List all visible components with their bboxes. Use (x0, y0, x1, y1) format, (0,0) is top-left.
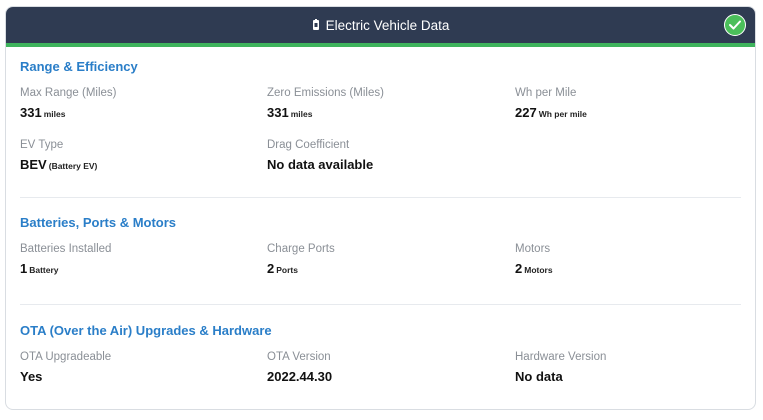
field-ev-type: EV Type BEV (Battery EV) (20, 139, 260, 172)
check-circle-icon (724, 14, 746, 36)
field-label: Batteries Installed (20, 243, 112, 255)
value-text: No data available (267, 157, 374, 172)
section-range-efficiency: Range & Efficiency Max Range (Miles) 331… (20, 59, 741, 189)
field-label: OTA Version (267, 351, 331, 363)
field-value: 331 miles (20, 105, 260, 120)
field-label: Zero Emissions (Miles) (267, 87, 384, 99)
section-divider (20, 304, 741, 305)
field-max-range: Max Range (Miles) 331 miles (20, 87, 260, 120)
plug-icon (312, 19, 320, 31)
value-unit: Ports (276, 265, 298, 275)
value-text: 2 (515, 261, 523, 276)
value-text: 2 (267, 261, 275, 276)
value-text: 227 (515, 105, 537, 120)
field-value: Yes (20, 369, 260, 384)
value-text: Yes (20, 369, 43, 384)
value-unit: Motors (524, 265, 553, 275)
value-text: 331 (267, 105, 289, 120)
field-value: No data (515, 369, 755, 384)
field-batteries-installed: Batteries Installed 1 Battery (20, 243, 260, 276)
value-unit: miles (290, 109, 313, 119)
field-label: OTA Upgradeable (20, 351, 112, 363)
field-label: Charge Ports (267, 243, 335, 255)
field-value: 331 miles (267, 105, 507, 120)
section-title: OTA (Over the Air) Upgrades & Hardware (20, 323, 272, 338)
field-label: Wh per Mile (515, 87, 577, 99)
value-unit: Wh per mile (538, 109, 587, 119)
field-label: Hardware Version (515, 351, 607, 363)
field-value: No data available (267, 157, 507, 172)
value-text: No data (515, 369, 563, 384)
field-label: Drag Coefficient (267, 139, 350, 151)
card-header: Electric Vehicle Data (6, 7, 755, 47)
field-charge-ports: Charge Ports 2 Ports (267, 243, 507, 276)
value-text: 2022.44.30 (267, 369, 333, 384)
value-text: BEV (20, 157, 47, 172)
value-unit: miles (43, 109, 66, 119)
field-value: 1 Battery (20, 261, 260, 276)
field-motors: Motors 2 Motors (515, 243, 755, 276)
field-drag-coefficient: Drag Coefficient No data available (267, 139, 507, 172)
header-title: Electric Vehicle Data (325, 17, 450, 33)
field-value: 227 Wh per mile (515, 105, 755, 120)
field-ota-upgradeable: OTA Upgradeable Yes (20, 351, 260, 384)
header-title-group: Electric Vehicle Data (312, 17, 450, 33)
section-divider (20, 197, 741, 198)
field-value: 2022.44.30 (267, 369, 507, 384)
field-value: BEV (Battery EV) (20, 157, 260, 172)
value-text: 331 (20, 105, 42, 120)
field-label: EV Type (20, 139, 64, 151)
field-value: 2 Motors (515, 261, 755, 276)
value-unit: Battery (29, 265, 59, 275)
section-title: Range & Efficiency (20, 59, 138, 74)
field-value: 2 Ports (267, 261, 507, 276)
value-text: 1 (20, 261, 28, 276)
field-zero-emissions: Zero Emissions (Miles) 331 miles (267, 87, 507, 120)
section-ota-hardware: OTA (Over the Air) Upgrades & Hardware O… (20, 323, 741, 403)
field-hardware-version: Hardware Version No data (515, 351, 755, 384)
ev-data-card: Electric Vehicle Data Range & Efficiency… (5, 6, 756, 410)
value-unit: (Battery EV) (48, 161, 98, 171)
field-wh-per-mile: Wh per Mile 227 Wh per mile (515, 87, 755, 120)
field-label: Motors (515, 243, 551, 255)
section-title: Batteries, Ports & Motors (20, 215, 177, 230)
field-label: Max Range (Miles) (20, 87, 117, 99)
section-batteries-ports-motors: Batteries, Ports & Motors Batteries Inst… (20, 215, 741, 295)
field-ota-version: OTA Version 2022.44.30 (267, 351, 507, 384)
